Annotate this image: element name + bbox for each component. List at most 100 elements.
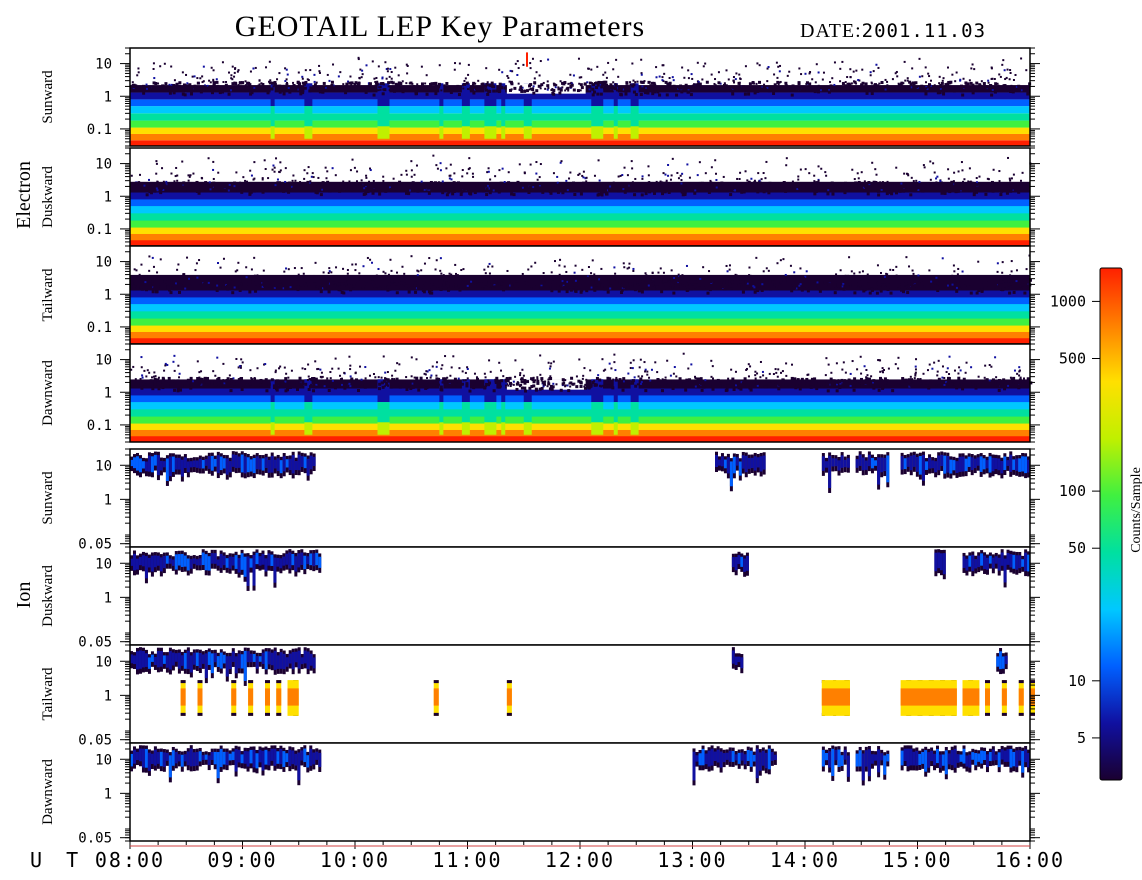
noise-speckle <box>559 388 563 392</box>
noise-speckle <box>439 169 442 172</box>
noise-speckle <box>155 160 158 163</box>
noise-speckle <box>436 361 439 364</box>
noise-speckle <box>681 284 684 287</box>
noise-speckle <box>584 286 587 289</box>
noise-speckle <box>742 284 746 288</box>
panel-label: Sunward <box>40 70 56 124</box>
noise-speckle <box>319 290 323 294</box>
noise-speckle <box>609 83 613 87</box>
noise-speckle <box>629 81 632 84</box>
noise-speckle <box>212 160 215 163</box>
noise-speckle <box>387 273 390 276</box>
noise-speckle <box>203 188 206 191</box>
noise-speckle <box>613 353 616 356</box>
noise-speckle <box>710 359 713 362</box>
noise-speckle <box>569 381 573 385</box>
noise-speckle <box>851 168 854 171</box>
noise-speckle <box>754 279 758 283</box>
disturbance-column <box>523 402 532 423</box>
noise-speckle <box>482 282 486 286</box>
noise-speckle <box>666 359 669 362</box>
noise-speckle <box>398 363 401 366</box>
noise-speckle <box>600 276 603 279</box>
noise-speckle <box>1021 171 1024 174</box>
noise-speckle <box>386 70 389 73</box>
noise-speckle <box>587 188 590 191</box>
noise-speckle <box>211 276 214 279</box>
noise-speckle <box>620 184 623 187</box>
noise-speckle <box>229 189 232 192</box>
noise-speckle <box>690 73 693 76</box>
noise-speckle <box>596 92 600 96</box>
noise-speckle <box>425 92 429 96</box>
noise-speckle <box>961 270 964 273</box>
noise-speckle <box>906 184 910 188</box>
noise-speckle <box>168 88 172 92</box>
noise-speckle <box>289 284 292 287</box>
noise-speckle <box>669 374 672 377</box>
noise-speckle <box>613 266 616 269</box>
noise-speckle <box>782 180 786 184</box>
noise-speckle <box>159 185 163 189</box>
noise-speckle <box>183 189 187 193</box>
noise-speckle <box>410 255 413 258</box>
noise-speckle <box>240 358 243 361</box>
noise-speckle <box>895 70 898 73</box>
noise-speckle <box>379 82 383 86</box>
noise-speckle <box>265 389 269 393</box>
noise-speckle <box>610 367 613 370</box>
noise-speckle <box>474 379 478 383</box>
noise-speckle <box>278 186 282 190</box>
noise-speckle <box>186 82 189 85</box>
noise-speckle <box>161 386 165 390</box>
disturbance-column <box>304 106 313 127</box>
noise-speckle <box>442 377 446 381</box>
noise-speckle <box>875 291 879 295</box>
noise-speckle <box>406 64 409 67</box>
noise-speckle <box>581 377 584 380</box>
noise-speckle <box>344 91 348 95</box>
noise-speckle <box>403 272 406 275</box>
noise-speckle <box>567 82 570 85</box>
noise-speckle <box>326 180 330 184</box>
noise-speckle <box>831 77 834 80</box>
noise-speckle <box>394 66 397 69</box>
noise-speckle <box>988 364 991 367</box>
noise-speckle <box>194 183 198 187</box>
noise-speckle <box>221 61 224 64</box>
noise-speckle <box>372 373 375 376</box>
noise-speckle <box>199 186 203 190</box>
noise-speckle <box>203 376 207 380</box>
noise-speckle <box>799 188 802 191</box>
noise-speckle <box>680 90 684 94</box>
noise-speckle <box>667 190 671 194</box>
noise-speckle <box>411 181 415 185</box>
noise-speckle <box>204 380 208 384</box>
noise-speckle <box>232 275 235 278</box>
ion-flux-core <box>153 454 157 466</box>
noise-speckle <box>210 381 214 385</box>
noise-speckle <box>859 377 863 381</box>
noise-speckle <box>808 82 812 86</box>
noise-speckle <box>984 192 988 196</box>
noise-speckle <box>386 288 390 292</box>
noise-speckle <box>346 268 349 271</box>
noise-speckle <box>578 187 581 190</box>
noise-speckle <box>296 387 300 391</box>
noise-speckle <box>169 183 172 186</box>
noise-speckle <box>357 87 360 90</box>
noise-speckle <box>669 286 672 289</box>
noise-speckle <box>660 192 664 196</box>
noise-speckle <box>390 279 394 283</box>
noise-speckle <box>951 73 954 76</box>
noise-speckle <box>549 287 552 290</box>
noise-speckle <box>772 188 776 192</box>
noise-speckle <box>941 257 944 260</box>
noise-speckle <box>1025 381 1028 384</box>
noise-speckle <box>196 81 200 85</box>
y-tick-label: 1 <box>104 89 112 105</box>
noise-speckle <box>881 367 884 370</box>
noise-speckle <box>202 282 206 286</box>
noise-speckle <box>983 384 986 387</box>
noise-speckle <box>299 92 303 96</box>
